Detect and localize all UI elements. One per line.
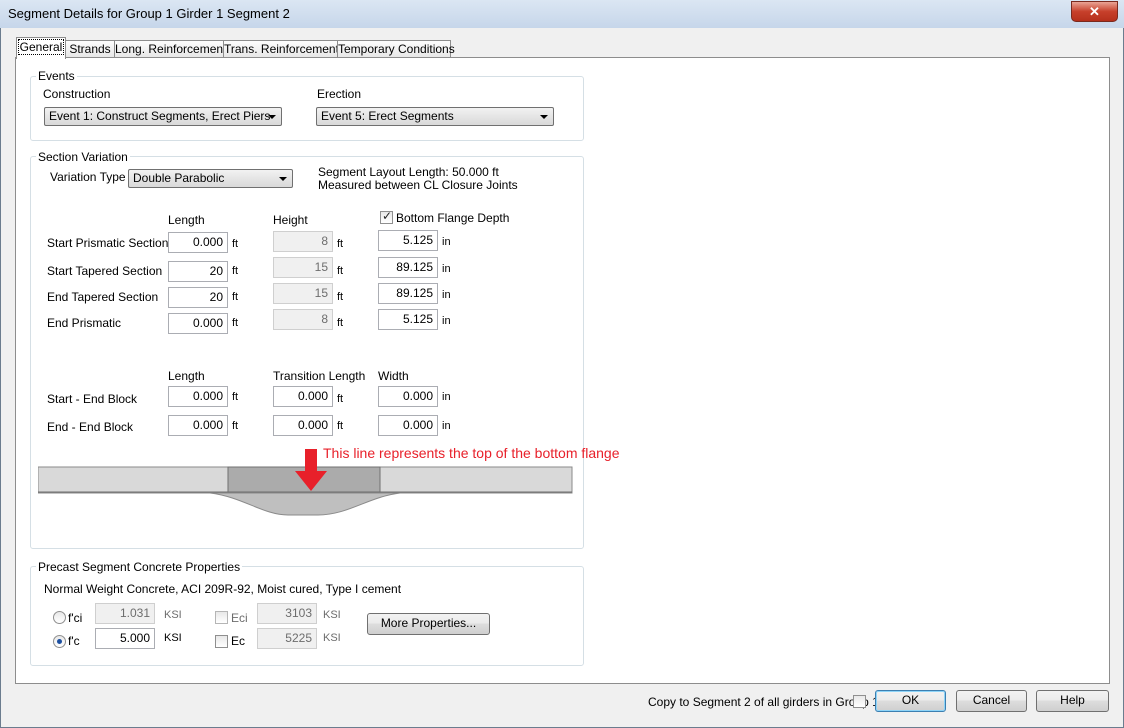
start-tapered-height-input[interactable]: 15 — [273, 257, 333, 278]
help-button[interactable]: Help — [1036, 690, 1109, 712]
unit-label: ft — [232, 238, 239, 250]
eci-label: Eci — [231, 611, 248, 625]
close-button[interactable]: ✕ — [1071, 1, 1118, 22]
window-title: Segment Details for Group 1 Girder 1 Seg… — [8, 6, 290, 21]
row-label-start-end-block: Start - End Block — [47, 392, 138, 406]
unit-label: KSI — [323, 632, 341, 644]
tab-temporary-conditions[interactable]: Temporary Conditions — [337, 40, 455, 58]
cancel-button[interactable]: Cancel — [956, 690, 1027, 712]
tab-trans-reinforcement[interactable]: Trans. Reinforcement — [223, 40, 339, 58]
chevron-down-icon — [268, 115, 276, 119]
end-end-block-transition-input[interactable]: 0.000 — [273, 415, 333, 436]
unit-label: ft — [232, 420, 239, 432]
end-tapered-depth-input[interactable]: 89.125 — [378, 283, 438, 304]
unit-label: in — [442, 420, 451, 432]
ec-input[interactable]: 5225 — [257, 628, 317, 649]
unit-label: KSI — [164, 632, 182, 644]
end-prismatic-height-input[interactable]: 8 — [273, 309, 333, 330]
start-end-block-width-input[interactable]: 0.000 — [378, 386, 438, 407]
more-properties-button[interactable]: More Properties... — [367, 613, 490, 635]
start-tapered-length-input[interactable]: 20 — [168, 261, 228, 282]
unit-label: in — [442, 263, 451, 275]
start-prismatic-height-input[interactable]: 8 — [273, 231, 333, 252]
end-end-block-width-input[interactable]: 0.000 — [378, 415, 438, 436]
unit-label: in — [442, 315, 451, 327]
layout-measured-note: Measured between CL Closure Joints — [318, 178, 518, 192]
chevron-down-icon — [540, 115, 548, 119]
unit-label: KSI — [323, 609, 341, 621]
bottom-flange-depth-label: Bottom Flange Depth — [396, 211, 510, 225]
unit-label: ft — [337, 420, 344, 432]
segment-layout-length: Segment Layout Length: 50.000 ft — [318, 165, 499, 179]
variation-type-label: Variation Type — [50, 170, 126, 184]
bottom-flange-depth-checkbox[interactable] — [380, 209, 393, 224]
eb-transition-header: Transition Length — [273, 369, 366, 383]
end-tapered-height-input[interactable]: 15 — [273, 283, 333, 304]
row-label-end-tapered: End Tapered Section — [47, 290, 159, 304]
unit-label: ft — [337, 238, 344, 250]
eb-width-header: Width — [378, 369, 409, 383]
unit-label: in — [442, 289, 451, 301]
start-prismatic-length-input[interactable]: 0.000 — [168, 232, 228, 253]
unit-label: ft — [337, 317, 344, 329]
fci-input[interactable]: 1.031 — [95, 603, 155, 624]
fci-label: f'ci — [68, 611, 83, 625]
eci-input[interactable]: 3103 — [257, 603, 317, 624]
tab-long-reinforcement[interactable]: Long. Reinforcement — [114, 40, 226, 58]
construction-event-select[interactable]: Event 1: Construct Segments, Erect Piers — [44, 107, 282, 126]
chevron-down-icon — [279, 177, 287, 181]
length-column-header: Length — [168, 213, 205, 227]
ec-checkbox[interactable] — [215, 635, 228, 648]
fc-radio[interactable] — [53, 635, 66, 648]
start-end-block-transition-input[interactable]: 0.000 — [273, 386, 333, 407]
eb-length-header: Length — [168, 369, 205, 383]
start-end-block-length-input[interactable]: 0.000 — [168, 386, 228, 407]
height-column-header: Height — [273, 213, 308, 227]
row-label-end-end-block: End - End Block — [47, 420, 134, 434]
row-label-start-tapered: Start Tapered Section — [47, 264, 163, 278]
unit-label: ft — [232, 265, 239, 277]
end-end-block-length-input[interactable]: 0.000 — [168, 415, 228, 436]
fc-label: f'c — [68, 634, 80, 648]
fci-radio[interactable] — [53, 611, 66, 624]
events-group-label: Events — [36, 69, 77, 83]
concrete-description: Normal Weight Concrete, ACI 209R-92, Moi… — [44, 582, 402, 596]
construction-label: Construction — [43, 87, 111, 101]
tab-strands[interactable]: Strands — [65, 40, 115, 58]
end-prismatic-length-input[interactable]: 0.000 — [168, 313, 228, 334]
unit-label: ft — [337, 265, 344, 277]
unit-label: in — [442, 236, 451, 248]
end-tapered-length-input[interactable]: 20 — [168, 287, 228, 308]
unit-label: ft — [337, 291, 344, 303]
start-tapered-depth-input[interactable]: 89.125 — [378, 257, 438, 278]
unit-label: in — [442, 391, 451, 403]
start-prismatic-depth-input[interactable]: 5.125 — [378, 230, 438, 251]
erection-event-select[interactable]: Event 5: Erect Segments — [316, 107, 554, 126]
concrete-group-label: Precast Segment Concrete Properties — [36, 560, 243, 574]
unit-label: ft — [337, 393, 344, 405]
unit-label: KSI — [164, 609, 182, 621]
title-bar: Segment Details for Group 1 Girder 1 Seg… — [0, 0, 1124, 28]
bottom-flange-annotation: This line represents the top of the bott… — [323, 445, 620, 461]
ec-label: Ec — [231, 634, 246, 648]
unit-label: ft — [232, 391, 239, 403]
tab-general[interactable]: General — [16, 37, 66, 59]
section-variation-group-label: Section Variation — [36, 150, 130, 164]
end-prismatic-depth-input[interactable]: 5.125 — [378, 309, 438, 330]
copy-to-girders-checkbox[interactable] — [853, 695, 866, 708]
ok-button[interactable]: OK — [875, 690, 946, 712]
unit-label: ft — [232, 317, 239, 329]
variation-type-select[interactable]: Double Parabolic — [128, 169, 293, 188]
row-label-start-prismatic: Start Prismatic Section — [47, 236, 169, 250]
fc-input[interactable]: 5.000 — [95, 628, 155, 649]
copy-to-girders-label: Copy to Segment 2 of all girders in Grou… — [648, 695, 879, 709]
eci-checkbox[interactable] — [215, 611, 228, 624]
row-label-end-prismatic: End Prismatic — [47, 316, 122, 330]
unit-label: ft — [232, 291, 239, 303]
erection-label: Erection — [317, 87, 362, 101]
